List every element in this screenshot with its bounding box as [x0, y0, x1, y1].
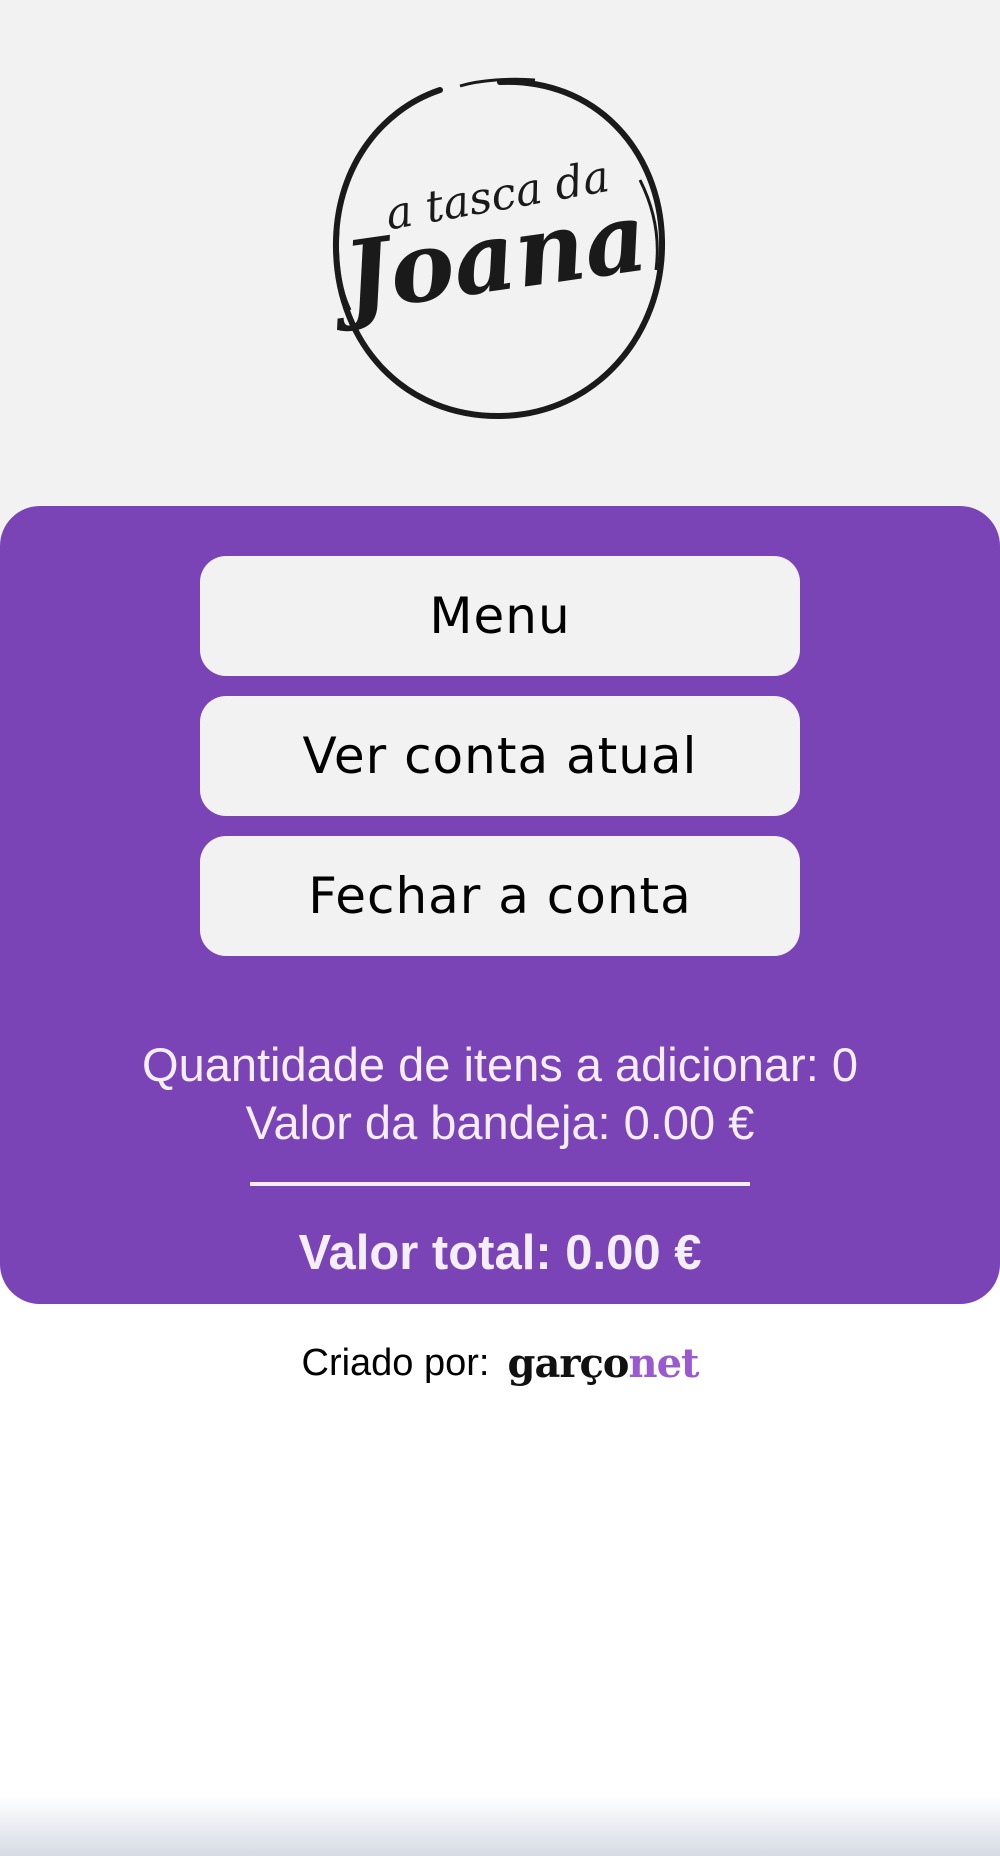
actions-panel: Menu Ver conta atual Fechar a conta Quan…	[0, 506, 1000, 1304]
menu-button[interactable]: Menu	[200, 556, 800, 676]
bottom-fade	[0, 1796, 1000, 1856]
tray-value: Valor da bandeja: 0.00 €	[245, 1096, 755, 1149]
brand-text-part2: net	[628, 1340, 699, 1387]
footer-credit: Criado por: garçonet	[0, 1340, 1000, 1387]
summary-divider	[250, 1182, 750, 1186]
items-to-add-count: Quantidade de itens a adicionar: 0	[142, 1038, 858, 1091]
close-bill-button[interactable]: Fechar a conta	[200, 836, 800, 956]
brand-text-part1: garço	[507, 1340, 629, 1387]
logo-text-large: Joana	[321, 180, 653, 336]
header-area: a tasca da Joana	[0, 0, 1000, 540]
created-by-label: Criado por:	[301, 1342, 490, 1384]
garconet-logo[interactable]: garçonet	[507, 1340, 699, 1387]
logo-graphic: a tasca da Joana	[321, 77, 666, 420]
total-value: Valor total: 0.00 €	[298, 1226, 702, 1280]
restaurant-logo: a tasca da Joana	[310, 60, 690, 440]
view-current-bill-button[interactable]: Ver conta atual	[200, 696, 800, 816]
